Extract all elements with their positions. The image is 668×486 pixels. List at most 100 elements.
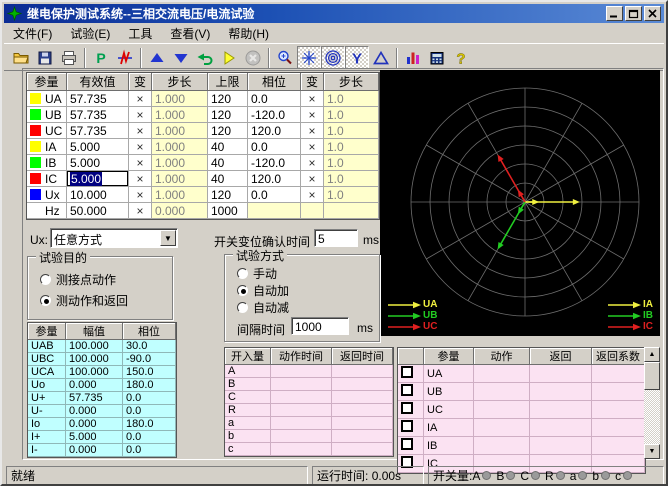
minimize-button[interactable]	[606, 6, 623, 21]
test-mode-option-1[interactable]: 自动加	[237, 282, 289, 299]
axes-view-button[interactable]	[297, 46, 321, 69]
value-cell[interactable]: 5.000	[67, 171, 129, 187]
derived-row-cell[interactable]: 5.000	[66, 431, 123, 444]
confirm-time-input[interactable]: 5	[314, 229, 358, 247]
test-purpose-option-1[interactable]: 测动作和返回	[40, 292, 128, 309]
vary-toggle-cell[interactable]: ×	[301, 155, 324, 171]
bar-chart-button[interactable]	[401, 46, 425, 69]
result-checkbox[interactable]	[401, 384, 413, 396]
step-cell[interactable]: 1.0	[324, 171, 379, 187]
wye-button[interactable]: Y	[345, 46, 369, 69]
vary-toggle-cell[interactable]: ×	[301, 139, 324, 155]
step-cell[interactable]: 1.0	[324, 107, 379, 123]
derived-row-cell[interactable]: -90.0	[123, 353, 176, 366]
derived-row-cell[interactable]: 0.000	[66, 405, 123, 418]
result-row-cell[interactable]	[592, 419, 645, 437]
result-row-cell[interactable]: UA	[424, 365, 474, 383]
derived-row-cell[interactable]: 100.000	[66, 353, 123, 366]
value-cell[interactable]: 57.735	[67, 123, 129, 139]
vary-toggle-cell[interactable]: ×	[129, 91, 152, 107]
increase-button[interactable]	[145, 46, 169, 69]
open-file-button[interactable]	[9, 46, 33, 69]
menu-item-2[interactable]: 工具	[119, 23, 161, 44]
test-mode-option-radio-0[interactable]	[237, 268, 248, 279]
result-row-cell[interactable]	[474, 401, 530, 419]
limit-cell[interactable]: 120	[208, 107, 248, 123]
maximize-button[interactable]	[625, 6, 642, 21]
derived-row-cell[interactable]: 180.0	[123, 418, 176, 431]
value-edit-field[interactable]: 5.000	[67, 171, 128, 186]
step-cell[interactable]: 1.0	[324, 91, 379, 107]
limit-cell[interactable]: 40	[208, 171, 248, 187]
parameter-button[interactable]: P	[89, 46, 113, 69]
decrease-button[interactable]	[169, 46, 193, 69]
derived-row-cell[interactable]: 0.0	[123, 392, 176, 405]
derived-row-cell[interactable]: 180.0	[123, 379, 176, 392]
test-mode-option-0[interactable]: 手动	[237, 265, 277, 282]
step-cell[interactable]: 1.000	[152, 107, 208, 123]
vary-toggle-cell[interactable]: ×	[129, 107, 152, 123]
result-row-cell[interactable]	[592, 401, 645, 419]
vary-toggle-cell[interactable]: ×	[301, 171, 324, 187]
result-checkbox[interactable]	[401, 438, 413, 450]
vary-toggle-cell[interactable]: ×	[129, 155, 152, 171]
vary-toggle-cell[interactable]: ×	[301, 187, 324, 203]
derived-row-cell[interactable]: 0.0	[123, 431, 176, 444]
value-cell[interactable]: 5.000	[67, 155, 129, 171]
result-row-cell[interactable]	[592, 437, 645, 455]
step-cell[interactable]: 1.000	[152, 171, 208, 187]
zoom-button[interactable]	[273, 46, 297, 69]
test-mode-option-2[interactable]: 自动减	[237, 299, 289, 316]
limit-cell[interactable]: 40	[208, 155, 248, 171]
menu-item-3[interactable]: 查看(V)	[161, 23, 219, 44]
vary-toggle-cell[interactable]: ×	[129, 187, 152, 203]
result-row-cell[interactable]	[530, 419, 592, 437]
switch-row-cell[interactable]	[271, 391, 332, 404]
step-cell[interactable]: 1.000	[152, 123, 208, 139]
switch-row-cell[interactable]	[271, 417, 332, 430]
limit-cell[interactable]: 120	[208, 91, 248, 107]
switch-row-cell[interactable]	[332, 430, 393, 443]
result-row-cell[interactable]	[474, 383, 530, 401]
result-row-cell[interactable]: UC	[424, 401, 474, 419]
vary-toggle-cell[interactable]: ×	[129, 203, 152, 219]
print-button[interactable]	[57, 46, 81, 69]
result-checkbox[interactable]	[401, 402, 413, 414]
value-cell[interactable]: 5.000	[67, 139, 129, 155]
limit-cell[interactable]: 40	[208, 139, 248, 155]
fault-set-button[interactable]	[113, 46, 137, 69]
switch-row-cell[interactable]	[332, 391, 393, 404]
switch-row-cell[interactable]	[271, 365, 332, 378]
switch-row-cell[interactable]	[271, 404, 332, 417]
result-row-cell[interactable]	[592, 365, 645, 383]
switch-row-cell[interactable]	[332, 365, 393, 378]
menu-item-4[interactable]: 帮助(H)	[219, 23, 278, 44]
switch-row-cell[interactable]	[332, 443, 393, 456]
ux-mode-combobox[interactable]: 任意方式 ▼	[50, 228, 178, 248]
switch-row-cell[interactable]	[332, 404, 393, 417]
step-cell[interactable]: 1.0	[324, 155, 379, 171]
phase-cell[interactable]: -120.0	[248, 155, 301, 171]
vary-toggle-cell[interactable]: ×	[301, 91, 324, 107]
switch-row-cell[interactable]	[271, 430, 332, 443]
step-cell[interactable]: 1.0	[324, 123, 379, 139]
value-cell[interactable]: 57.735	[67, 91, 129, 107]
step-cell[interactable]: 1.0	[324, 139, 379, 155]
result-row-cell[interactable]: IA	[424, 419, 474, 437]
ux-mode-dropdown-button[interactable]: ▼	[160, 230, 176, 246]
result-row-cell[interactable]	[474, 437, 530, 455]
derived-row-cell[interactable]: 0.000	[66, 444, 123, 457]
value-cell[interactable]: 50.000	[67, 203, 129, 219]
derived-row-cell[interactable]: 0.000	[66, 418, 123, 431]
result-row-cell[interactable]: IB	[424, 437, 474, 455]
close-button[interactable]	[644, 6, 661, 21]
vary-toggle-cell[interactable]: ×	[301, 107, 324, 123]
vary-toggle-cell[interactable]: ×	[129, 123, 152, 139]
phase-cell[interactable]: 0.0	[248, 91, 301, 107]
derived-row-cell[interactable]: 0.0	[123, 444, 176, 457]
result-row-cell[interactable]	[474, 365, 530, 383]
result-row-cell[interactable]	[592, 383, 645, 401]
step-cell[interactable]: 1.000	[152, 187, 208, 203]
step-cell[interactable]: 1.000	[152, 139, 208, 155]
derived-row-cell[interactable]: 0.0	[123, 405, 176, 418]
